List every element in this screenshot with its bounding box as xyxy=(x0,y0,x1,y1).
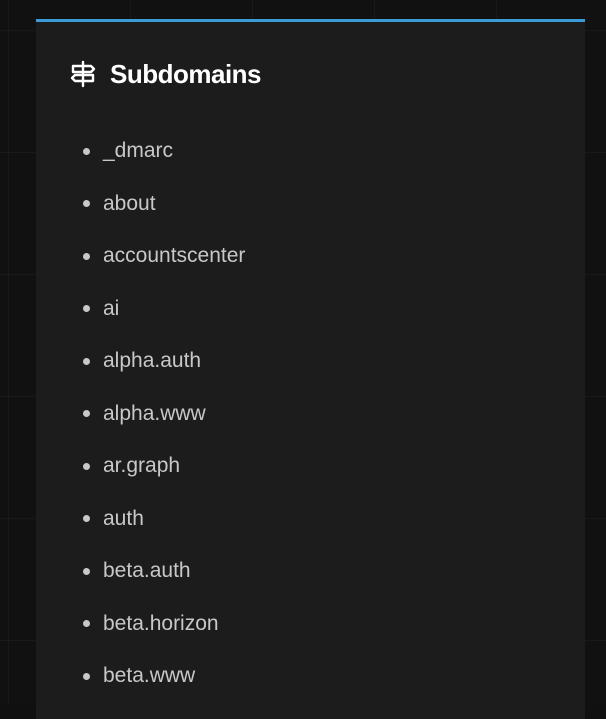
subdomain-name: beta.www xyxy=(103,664,196,688)
subdomain-name: ai xyxy=(103,296,120,320)
list-item: about xyxy=(83,178,245,231)
subdomain-name: alpha.www xyxy=(103,401,206,425)
section-header: Subdomains xyxy=(68,58,262,90)
subdomain-name: accountscenter xyxy=(103,244,246,268)
list-item: auth xyxy=(83,493,245,546)
bullet-icon xyxy=(83,357,90,365)
list-item: ai xyxy=(83,283,245,336)
list-item: alpha.www xyxy=(83,388,245,441)
subdomain-name: ar.graph xyxy=(103,454,181,478)
list-item: beta.horizon xyxy=(83,598,245,651)
list-item: beta.auth xyxy=(83,545,245,598)
list-item: _dmarc xyxy=(83,125,245,178)
list-item: alpha.auth xyxy=(83,335,245,388)
bullet-icon xyxy=(83,147,90,155)
bullet-icon xyxy=(83,200,90,208)
bullet-icon xyxy=(83,410,90,418)
subdomains-card: Subdomains _dmarc about accountscenter a… xyxy=(36,19,585,719)
subdomain-name: beta.auth xyxy=(103,559,191,583)
bullet-icon xyxy=(83,305,90,313)
signpost-icon xyxy=(68,59,98,89)
subdomain-list: _dmarc about accountscenter ai alpha.aut… xyxy=(83,125,245,703)
bullet-icon xyxy=(83,515,90,523)
subdomain-name: alpha.auth xyxy=(103,349,202,373)
subdomain-name: auth xyxy=(103,506,144,530)
bullet-icon xyxy=(83,620,90,628)
section-title: Subdomains xyxy=(110,58,262,89)
list-item: accountscenter xyxy=(83,230,245,283)
subdomain-name: about xyxy=(103,191,156,215)
bullet-icon xyxy=(83,462,90,470)
bullet-icon xyxy=(83,672,90,680)
bullet-icon xyxy=(83,567,90,575)
subdomain-name: _dmarc xyxy=(103,139,174,163)
list-item: ar.graph xyxy=(83,440,245,493)
subdomain-name: beta.horizon xyxy=(103,611,219,635)
list-item: beta.www xyxy=(83,650,245,703)
bullet-icon xyxy=(83,252,90,260)
